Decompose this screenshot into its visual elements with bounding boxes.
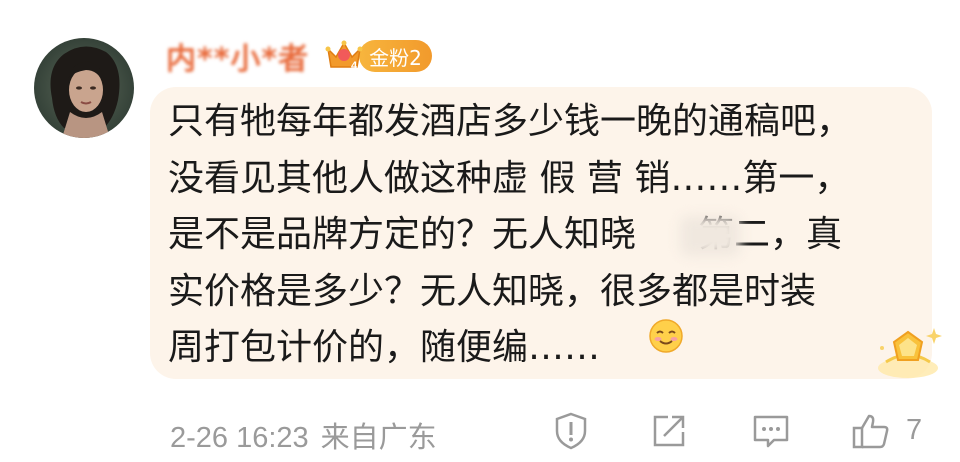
comment-text: 只有牠每年都发酒店多少钱一晚的通稿吧， 没看见其他人做这种虚 假 营 销……第一，… xyxy=(168,94,908,377)
smile-emoji-icon xyxy=(648,318,684,354)
comment-line-3: 是不是品牌方定的？无人知晓 xyxy=(168,214,637,255)
fan-badge: 金粉2 xyxy=(359,40,432,72)
share-icon[interactable] xyxy=(648,410,690,452)
comment-line-1: 只有牠每年都发酒店多少钱一晚的通稿吧， xyxy=(168,101,853,142)
location: 来自广东 xyxy=(320,420,437,454)
report-icon[interactable] xyxy=(550,410,592,452)
comment-line-5: 周打包计价的，随便编…… xyxy=(168,327,601,368)
timestamp: 2-26 16:23 xyxy=(170,422,309,454)
comment-icon[interactable] xyxy=(750,410,792,452)
comment-header: 内**小*者 4 金粉2 xyxy=(166,34,432,78)
thumbs-up-icon[interactable] xyxy=(850,410,892,452)
username[interactable]: 内**小*者 xyxy=(166,34,309,78)
crown-icon: 4 xyxy=(325,39,363,73)
comment-footer: 2-26 16:23 来自广东 7 xyxy=(170,410,940,454)
comment-line-4: 实价格是多少？无人知晓，很多都是时装 xyxy=(168,270,817,312)
comment-meta: 2-26 16:23 来自广东 xyxy=(170,414,437,456)
avatar-photo xyxy=(34,38,134,138)
star-badge-icon xyxy=(872,318,946,386)
comment-line-2: 没看见其他人做这种虚 假 营 销……第一， xyxy=(168,157,851,199)
svg-text:4: 4 xyxy=(351,60,358,72)
blurred-region xyxy=(680,216,740,256)
like-count: 7 xyxy=(906,414,923,446)
avatar[interactable] xyxy=(34,38,134,138)
